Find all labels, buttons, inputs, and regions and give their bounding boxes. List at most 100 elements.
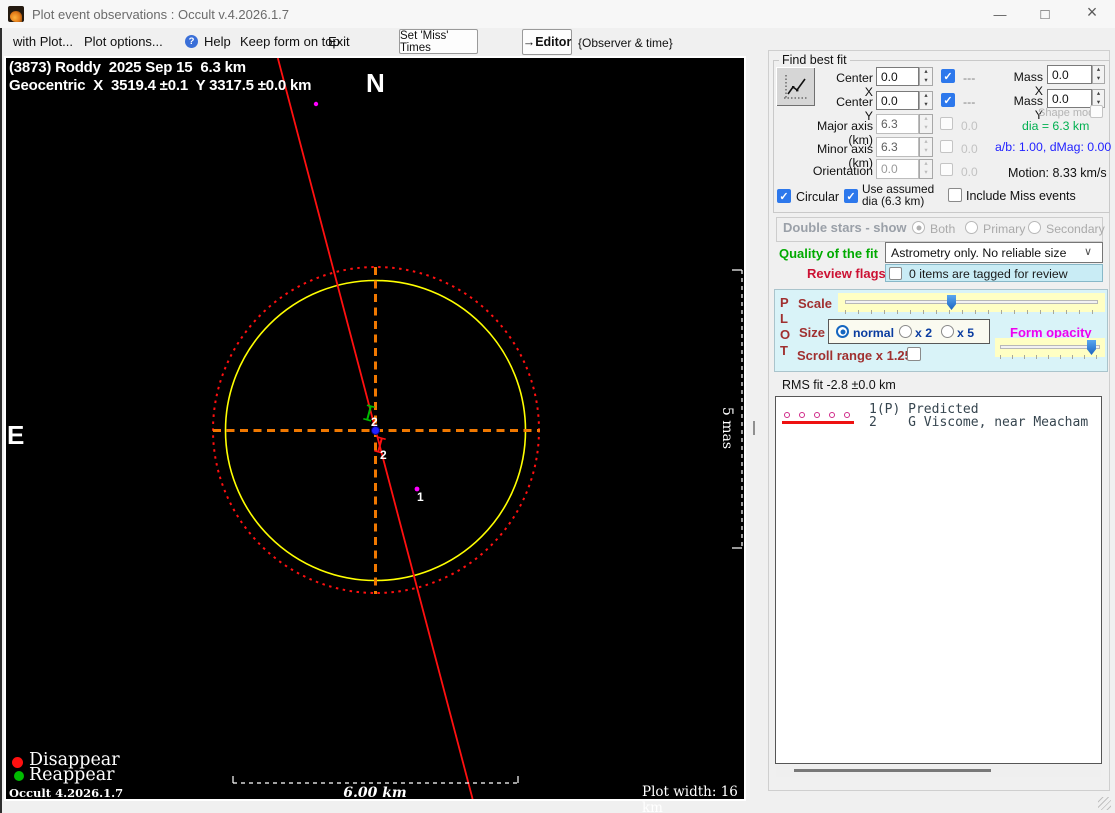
spin-up-icon[interactable]: ▴ xyxy=(1093,90,1104,99)
close-icon[interactable]: × xyxy=(1075,2,1109,22)
motion-label: Motion: 8.33 km/s xyxy=(1008,166,1107,180)
review-flags-status: 0 items are tagged for review xyxy=(909,267,1068,281)
minor-axis-field[interactable]: 6.3 xyxy=(876,137,919,157)
orientation-fit-checkbox[interactable] xyxy=(940,163,953,176)
major-axis-field[interactable]: 6.3 xyxy=(876,114,919,134)
size-normal-radio[interactable] xyxy=(836,325,849,338)
scroll-range-checkbox[interactable] xyxy=(907,347,921,361)
plot-header-line1: (3873) Roddy 2025 Sep 15 6.3 km xyxy=(9,59,246,76)
center-x-checkbox[interactable]: ✓ xyxy=(941,69,955,83)
spin-up-icon[interactable]: ▴ xyxy=(920,68,932,77)
orientation-field[interactable]: 0.0 xyxy=(876,159,919,179)
menu-observer-time[interactable]: {Observer & time} xyxy=(578,36,673,50)
plot-canvas[interactable]: (3873) Roddy 2025 Sep 15 6.3 km Geocentr… xyxy=(4,56,746,813)
major-axis-fit-value: 0.0 xyxy=(961,119,978,133)
mass-x-spinner[interactable]: ▴ ▾ xyxy=(1092,65,1105,84)
size-x2-label: x 2 xyxy=(915,326,933,340)
resize-grip[interactable] xyxy=(1098,797,1111,810)
legend-reappear-label: Reappear xyxy=(29,765,115,785)
menu-keep-on-top[interactable]: Keep form on top xyxy=(240,34,340,49)
scale-slider-thumb[interactable] xyxy=(947,295,956,310)
size-normal-label: normal xyxy=(853,326,894,340)
quality-dropdown[interactable]: Astrometry only. No reliable size ∨ xyxy=(885,242,1103,263)
circular-checkbox[interactable]: ✓ xyxy=(777,189,791,203)
scale-slider-ticks xyxy=(845,310,1098,314)
spin-down-icon: ▾ xyxy=(924,147,928,155)
use-assumed-label: Use assumed dia (6.3 km) xyxy=(862,183,934,207)
mass-y-field[interactable]: 0.0 xyxy=(1047,89,1092,108)
quality-label: Quality of the fit xyxy=(779,246,878,261)
editor-button[interactable]: →Editor xyxy=(522,29,572,55)
size-x2-radio[interactable] xyxy=(899,325,912,338)
size-x5-radio[interactable] xyxy=(941,325,954,338)
occult-plot-window: Plot event observations : Occult v.4.202… xyxy=(0,0,1115,813)
plot-letter-l: L xyxy=(780,311,788,326)
spin-up-icon: ▴ xyxy=(924,138,928,146)
list-horizontal-scrollbar[interactable] xyxy=(776,765,1101,777)
fit-chart-icon xyxy=(783,74,808,98)
both-radio[interactable] xyxy=(912,221,925,234)
plot-header-line2: Geocentric X 3519.4 ±0.1 Y 3317.5 ±0.0 k… xyxy=(9,77,312,94)
center-x-dash: --- xyxy=(963,71,976,85)
form-opacity-ticks xyxy=(1000,355,1100,359)
form-opacity-thumb[interactable] xyxy=(1087,340,1096,355)
spin-up-icon: ▴ xyxy=(924,115,928,123)
spin-down-icon[interactable]: ▾ xyxy=(1093,75,1104,84)
use-assumed-checkbox[interactable]: ✓ xyxy=(844,189,858,203)
dot-icon xyxy=(784,411,790,418)
menu-exit[interactable]: Exit xyxy=(328,34,350,49)
maximize-icon[interactable]: □ xyxy=(1028,4,1062,24)
center-x-spinner[interactable]: ▴ ▾ xyxy=(919,67,933,86)
minimize-icon[interactable]: — xyxy=(983,4,1017,24)
splitter-handle[interactable] xyxy=(753,421,755,435)
plot-letter-t: T xyxy=(780,343,788,358)
major-axis-spinner: ▴ ▾ xyxy=(919,114,933,134)
center-y-field[interactable]: 0.0 xyxy=(876,91,919,110)
shape-model-checkbox[interactable] xyxy=(1090,105,1103,118)
dot-icon xyxy=(844,411,850,418)
both-label: Both xyxy=(930,222,956,236)
size-x5-label: x 5 xyxy=(957,326,975,340)
center-y-checkbox[interactable]: ✓ xyxy=(941,93,955,107)
primary-radio[interactable] xyxy=(965,221,978,234)
dot-icon xyxy=(814,411,820,418)
spin-up-icon[interactable]: ▴ xyxy=(920,92,932,101)
review-flags-checkbox[interactable] xyxy=(889,267,902,280)
title-bar: Plot event observations : Occult v.4.202… xyxy=(0,0,1115,28)
scale-slider[interactable] xyxy=(838,293,1105,314)
set-miss-times-button[interactable]: Set 'Miss' Times xyxy=(399,29,478,54)
fit-button[interactable] xyxy=(776,67,815,106)
spin-up-icon[interactable]: ▴ xyxy=(1093,66,1104,75)
occult-version-label: Occult 4.2026.1.7 xyxy=(9,786,124,800)
menu-help[interactable]: Help xyxy=(204,34,231,49)
menu-with-plot[interactable]: with Plot... xyxy=(13,34,73,49)
help-icon[interactable]: ? xyxy=(185,35,198,48)
double-stars-label: Double stars - show xyxy=(783,220,907,235)
observation-row[interactable]: 2 G Viscome, near Meacham xyxy=(869,415,1088,430)
secondary-radio[interactable] xyxy=(1028,221,1041,234)
rms-fit-label: RMS fit -2.8 ±0.0 km xyxy=(782,378,896,392)
mass-x-field[interactable]: 0.0 xyxy=(1047,65,1092,84)
minor-axis-fit-checkbox[interactable] xyxy=(940,140,953,153)
east-label: E xyxy=(7,420,25,450)
center-x-field[interactable]: 0.0 xyxy=(876,67,919,86)
center-y-dash: --- xyxy=(963,95,976,109)
orientation-label: Orientation xyxy=(812,164,873,178)
scale-label: Scale xyxy=(798,296,832,311)
include-miss-checkbox[interactable] xyxy=(948,188,962,202)
observations-list[interactable]: 1(P) Predicted 2 G Viscome, near Meacham xyxy=(775,396,1102,764)
scrollbar-thumb[interactable] xyxy=(794,769,991,772)
scalebar-label: 6.00 km xyxy=(343,785,407,801)
spin-down-icon[interactable]: ▾ xyxy=(920,101,932,110)
site2-label-upper: 2 xyxy=(371,415,378,429)
major-axis-fit-checkbox[interactable] xyxy=(940,117,953,130)
menu-plot-options[interactable]: Plot options... xyxy=(84,34,163,49)
ab-dmag-label: a/b: 1.00, dMag: 0.00 xyxy=(995,140,1112,154)
center-y-spinner[interactable]: ▴ ▾ xyxy=(919,91,933,110)
spin-down-icon[interactable]: ▾ xyxy=(920,77,932,86)
form-opacity-slider[interactable] xyxy=(995,338,1105,359)
form-opacity-groove xyxy=(1000,345,1100,349)
site1-label: 1 xyxy=(417,490,424,504)
dia-label: dia = 6.3 km xyxy=(1022,119,1090,133)
include-miss-label: Include Miss events xyxy=(966,189,1076,203)
